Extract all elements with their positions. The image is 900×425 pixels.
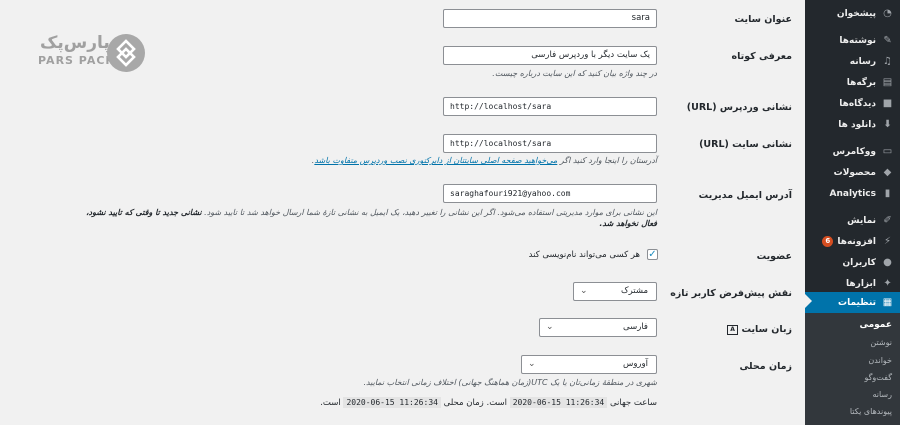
admin-email-description-line2: فعال نخواهد شد. <box>599 219 657 228</box>
sidebar-item-label: محصولات <box>833 167 876 178</box>
sidebar-item-comments[interactable]: ■ دیدگاه‌ها <box>805 93 900 114</box>
user-icon: ● <box>883 257 892 268</box>
membership-checkbox-label: هر کسی می‌تواند نام‌نویسی کند <box>528 250 640 260</box>
site-url-label: نشانی سایت (URL) <box>699 139 792 150</box>
woocommerce-icon: ▭ <box>882 146 893 157</box>
submenu-item-media[interactable]: رسانه <box>872 390 892 399</box>
utc-time: 2020-06-15 11:26:34 <box>509 397 608 408</box>
sidebar-item-label: رسانه <box>849 56 876 67</box>
default-role-select[interactable]: مشترک ⌄ <box>573 282 657 301</box>
page-icon: ▤ <box>882 77 893 88</box>
site-title-input[interactable]: sara <box>443 9 657 28</box>
local-time-suffix: است. <box>320 398 341 408</box>
wordpress-url-label: نشانی وردپرس (URL) <box>686 102 792 113</box>
local-time: 2020-06-15 11:26:34 <box>343 397 441 408</box>
membership-checkbox[interactable]: ✓ <box>647 249 658 260</box>
sidebar-item-label: ووکامرس <box>832 146 876 157</box>
submenu-item-reading[interactable]: خواندن <box>868 356 892 365</box>
submenu-item-discussion[interactable]: گفت‌وگو <box>864 373 892 382</box>
sidebar-item-tools[interactable]: ✦ ابزارها <box>805 273 900 294</box>
sidebar-item-products[interactable]: ◆ محصولات <box>805 162 900 183</box>
sidebar-item-label: افزونه‌ها <box>837 236 876 247</box>
sidebar-item-users[interactable]: ● کاربران <box>805 252 900 273</box>
local-time-prefix: است. زمان محلی <box>443 398 508 408</box>
parspack-logo: پارس‌پک PARS PACK <box>38 33 148 73</box>
sidebar-item-settings[interactable]: ▦ تنظیمات <box>805 292 900 313</box>
sidebar-item-label: کاربران <box>842 257 876 268</box>
sidebar-item-woocommerce[interactable]: ▭ ووکامرس <box>805 141 900 162</box>
pushpin-icon: ✎ <box>883 35 892 46</box>
admin-email-description-text: این نشانی برای موارد مدیریتی استفاده می‌… <box>204 208 657 217</box>
site-language-label-text: زبان سایت <box>741 324 792 335</box>
bar-chart-icon: ▮ <box>884 188 891 199</box>
sidebar-item-label: تنظیمات <box>838 297 876 308</box>
sidebar-item-pages[interactable]: ▤ برگه‌ها <box>805 72 900 93</box>
download-icon: ⬇ <box>883 119 892 130</box>
sidebar-item-label: دانلود ها <box>838 119 876 130</box>
submenu-item-permalinks[interactable]: پیوندهای یکتا <box>850 407 892 416</box>
logo-mark-icon <box>107 34 145 72</box>
sidebar-item-label: دیدگاه‌ها <box>839 98 876 109</box>
products-icon: ◆ <box>883 167 892 178</box>
wordpress-url-input[interactable]: http://localhost/sara <box>443 97 657 116</box>
dashboard-icon: ◔ <box>883 8 892 19</box>
sidebar-item-dashboard[interactable]: ◔ پیشخوان <box>805 3 900 24</box>
sidebar-item-label: Analytics <box>829 188 876 199</box>
chevron-down-icon: ⌄ <box>580 286 588 296</box>
time-readout: ساعت جهانی 2020-06-15 11:26:34 است. زمان… <box>320 397 657 408</box>
site-title-label: عنوان سایت <box>734 14 792 25</box>
admin-email-input[interactable]: saraghafouri921@yahoo.com <box>443 184 657 203</box>
wrench-icon: ✦ <box>883 278 892 289</box>
sidebar-item-label: پیشخوان <box>836 8 876 19</box>
timezone-description: شهری در منطقهٔ زمانی‌تان یا یک UTC(زمان … <box>363 378 657 387</box>
timezone-value: آوروس <box>622 359 648 369</box>
admin-email-description-bold: نشانی جدید تا وقتی که تایید نشود، <box>85 208 202 217</box>
site-url-description: آدرستان را اینجا وارد کنید اگر می‌خواهید… <box>312 156 657 165</box>
site-url-description-text: آدرستان را اینجا وارد کنید اگر <box>559 156 657 165</box>
site-language-label: زبان سایت A <box>724 324 792 335</box>
site-language-value: فارسی <box>623 322 648 332</box>
settings-submenu: عمومی نوشتن خواندن گفت‌وگو رسانه پیوندها… <box>805 313 900 425</box>
sidebar-item-label: نمایش <box>847 215 876 226</box>
default-role-label: نقش پیش‌فرض کاربر تازه <box>670 288 792 299</box>
submenu-item-general[interactable]: عمومی <box>859 320 892 330</box>
tagline-input[interactable]: یک سایت دیگر با وردپرس فارسی <box>443 46 657 65</box>
sidebar-item-posts[interactable]: ✎ نوشته‌ها <box>805 30 900 51</box>
chevron-down-icon: ⌄ <box>546 322 554 332</box>
default-role-value: مشترک <box>621 286 648 296</box>
plugins-update-badge: 6 <box>822 236 834 247</box>
site-url-input[interactable]: http://localhost/sara <box>443 134 657 153</box>
sidebar-item-label: برگه‌ها <box>846 77 876 88</box>
comment-icon: ■ <box>882 98 893 109</box>
sidebar-item-plugins[interactable]: ⚡ افزونه‌ها 6 <box>805 231 900 252</box>
timezone-label: زمان محلی <box>739 361 792 372</box>
admin-email-description: این نشانی برای موارد مدیریتی استفاده می‌… <box>86 208 657 217</box>
utc-label: ساعت جهانی <box>609 398 657 408</box>
admin-email-description-bold-2: فعال نخواهد شد. <box>599 219 657 228</box>
translate-icon: A <box>727 324 739 335</box>
tagline-description: در چند واژه بیان کنید که این سایت درباره… <box>492 69 657 78</box>
site-url-help-link[interactable]: می‌خواهید صفحه اصلی سایتتان از دایرکتوری… <box>314 156 557 165</box>
sidebar-item-appearance[interactable]: ✐ نمایش <box>805 210 900 231</box>
sidebar-item-label: ابزارها <box>846 278 876 289</box>
paintbrush-icon: ✐ <box>883 215 892 226</box>
sidebar-item-analytics[interactable]: ▮ Analytics <box>805 183 900 204</box>
sidebar-item-label: نوشته‌ها <box>839 35 876 46</box>
active-menu-arrow <box>805 294 812 308</box>
submenu-item-writing[interactable]: نوشتن <box>870 338 892 347</box>
admin-email-label: آدرس ایمیل مدیریت <box>698 190 792 201</box>
media-icon: ♫ <box>883 56 892 67</box>
timezone-select[interactable]: آوروس ⌄ <box>521 355 657 374</box>
site-language-select[interactable]: فارسی ⌄ <box>539 318 657 337</box>
membership-label: عضویت <box>756 251 792 262</box>
plugin-icon: ⚡ <box>883 236 892 247</box>
sidebar-item-media[interactable]: ♫ رسانه <box>805 51 900 72</box>
settings-icon: ▦ <box>882 297 893 308</box>
chevron-down-icon: ⌄ <box>528 359 536 369</box>
admin-sidebar: ◔ پیشخوان ✎ نوشته‌ها ♫ رسانه ▤ برگه‌ها ■ دیدگ… <box>805 0 900 425</box>
sidebar-item-downloads[interactable]: ⬇ دانلود ها <box>805 114 900 135</box>
tagline-label: معرفی کوتاه <box>731 51 792 62</box>
logo-text-fa: پارس‌پک <box>40 33 110 53</box>
logo-text-en: PARS PACK <box>38 54 115 67</box>
